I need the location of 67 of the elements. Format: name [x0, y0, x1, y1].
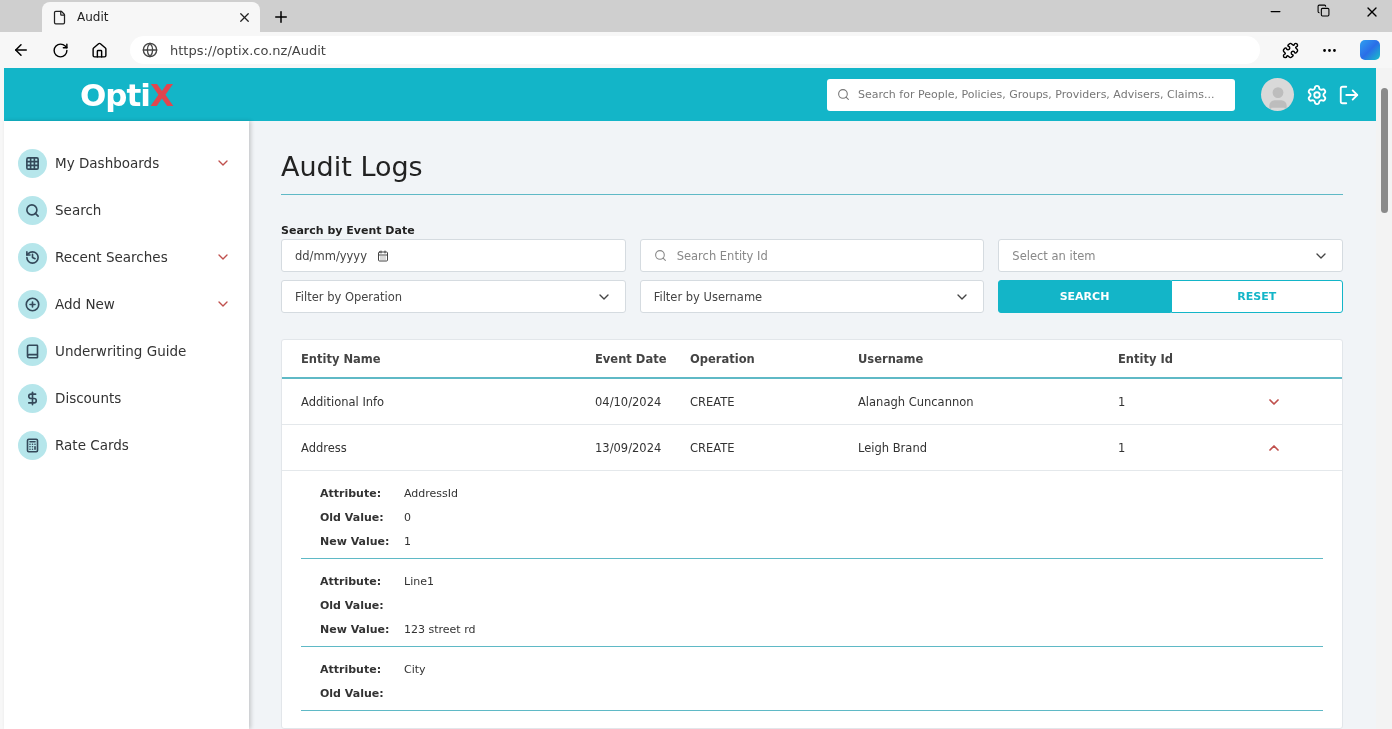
detail-value: AddressId: [404, 487, 459, 500]
sidebar-item[interactable]: Rate Cards: [4, 429, 249, 461]
detail-label: Old Value:: [320, 687, 385, 700]
book-icon: [18, 336, 47, 366]
search-field[interactable]: Search for People, Policies, Groups, Providers, Advisers, Claims...: [827, 78, 1235, 111]
column-header: Event Date: [595, 351, 668, 366]
column-header: Entity Id: [1118, 351, 1174, 366]
plus-circle-icon: [18, 289, 47, 319]
detail-label: Old Value:: [320, 599, 385, 612]
globe-icon: [142, 42, 158, 58]
calendar-icon[interactable]: [377, 249, 389, 262]
sidebar-item[interactable]: Search: [4, 194, 249, 226]
page-title: Audit Logs: [281, 151, 1343, 195]
table-cell-text: CREATE: [690, 394, 736, 409]
search-icon: [18, 195, 47, 225]
reload-icon[interactable]: [52, 41, 69, 59]
grid-icon: [18, 148, 47, 178]
restore-icon[interactable]: [1317, 4, 1330, 17]
table-cell-text: 04/10/2024: [595, 394, 663, 409]
browser-tab[interactable]: Audit: [42, 2, 260, 32]
detail-value: City: [404, 663, 426, 676]
select-dropdown[interactable]: Select an item: [998, 239, 1343, 272]
scrollbar[interactable]: [1376, 68, 1392, 729]
home-icon[interactable]: [91, 41, 108, 59]
column-header: Operation: [690, 351, 756, 366]
table-cell-text: Leigh Brand: [858, 440, 928, 455]
column-header: Username: [858, 351, 925, 366]
search-icon: [837, 88, 850, 101]
history-icon: [18, 242, 47, 272]
detail-label: New Value:: [320, 535, 391, 548]
table-cell-text: 1: [1118, 394, 1127, 409]
search-icon: [653, 249, 667, 262]
detail-label: Attribute:: [320, 575, 383, 588]
sidebar-item[interactable]: Discounts: [4, 382, 249, 414]
logo: OptiX: [80, 76, 173, 113]
detail-label: Old Value:: [320, 511, 385, 524]
detail-label: New Value:: [320, 623, 391, 636]
dollar-icon: [18, 383, 47, 413]
date-field[interactable]: dd/mm/yyyy: [281, 239, 626, 272]
select-dropdown[interactable]: Filter by Username: [639, 280, 985, 313]
new-tab-icon[interactable]: [272, 8, 290, 26]
sidebar-item[interactable]: Underwriting Guide: [4, 335, 249, 367]
back-icon[interactable]: [12, 41, 30, 59]
detail-value: 123 street rd: [404, 623, 476, 636]
detail-value: 1: [404, 535, 411, 548]
sidebar-item[interactable]: Add New: [4, 288, 249, 320]
sidebar-item[interactable]: Recent Searches: [4, 241, 249, 273]
select-dropdown[interactable]: Filter by Operation: [281, 280, 626, 313]
table-cell-text: Address: [301, 440, 348, 455]
column-header: Entity Name: [301, 351, 382, 366]
sidebar-item[interactable]: My Dashboards: [4, 147, 249, 179]
page-icon: [52, 9, 67, 25]
table-cell-text: 13/09/2024: [595, 440, 663, 455]
search-field[interactable]: Search Entity Id: [639, 239, 985, 272]
detail-label: Attribute:: [320, 663, 383, 676]
table-cell-text: Alanagh Cuncannon: [858, 394, 975, 409]
table-cell-text: 1: [1118, 440, 1127, 455]
detail-value: Line1: [404, 575, 434, 588]
detail-label: Attribute:: [320, 487, 383, 500]
detail-value: 0: [404, 511, 411, 524]
calculator-icon: [18, 430, 47, 460]
copilot-icon[interactable]: [1360, 40, 1380, 60]
address-bar[interactable]: https://optix.co.nz/Audit: [130, 36, 1260, 64]
table-cell-text: CREATE: [690, 440, 736, 455]
table-cell-text: Additional Info: [301, 394, 386, 409]
extensions-icon[interactable]: [1282, 41, 1299, 59]
field-label: Search by Event Date: [281, 224, 416, 237]
